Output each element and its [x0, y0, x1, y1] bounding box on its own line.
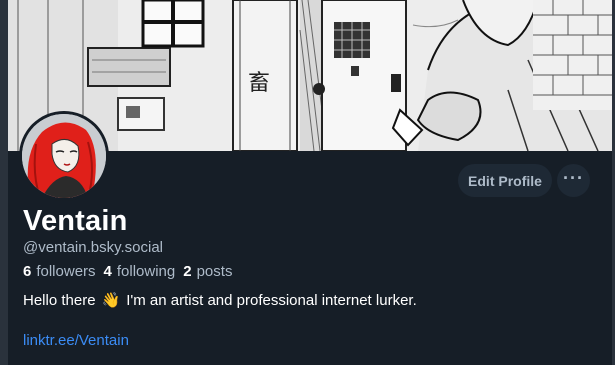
followers-count: 6 — [23, 263, 32, 280]
bio-text-end: I'm an artist and professional internet … — [126, 292, 417, 309]
left-edge-divider — [0, 0, 8, 365]
posts-count-item: 2 posts — [183, 263, 232, 280]
followers-label: followers — [36, 263, 96, 280]
bio-text-start: Hello there — [23, 292, 96, 309]
waving-hand-emoji: 👋 — [101, 292, 121, 309]
following-label: following — [116, 263, 176, 280]
more-options-button[interactable]: ··· — [557, 164, 590, 197]
profile-handle: @ventain.bsky.social — [23, 239, 164, 256]
posts-count: 2 — [183, 263, 192, 280]
profile-page: 畜 Edit Profile ··· Ventain @ventain.bsky… — [0, 0, 615, 365]
followers-link[interactable]: 6 followers — [23, 263, 96, 280]
profile-avatar[interactable] — [19, 111, 109, 201]
edit-profile-button[interactable]: Edit Profile — [458, 164, 552, 197]
svg-text:畜: 畜 — [248, 71, 270, 96]
bio-link[interactable]: linktr.ee/Ventain — [23, 332, 129, 349]
more-horizontal-icon: ··· — [563, 167, 584, 188]
profile-stats: 6 followers 4 following 2 posts — [23, 263, 240, 280]
profile-bio: Hello there 👋 I'm an artist and profession… — [23, 291, 417, 309]
avatar-image — [22, 114, 106, 198]
following-count: 4 — [103, 263, 112, 280]
following-link[interactable]: 4 following — [104, 263, 176, 280]
display-name: Ventain — [23, 205, 128, 237]
posts-label: posts — [196, 263, 233, 280]
